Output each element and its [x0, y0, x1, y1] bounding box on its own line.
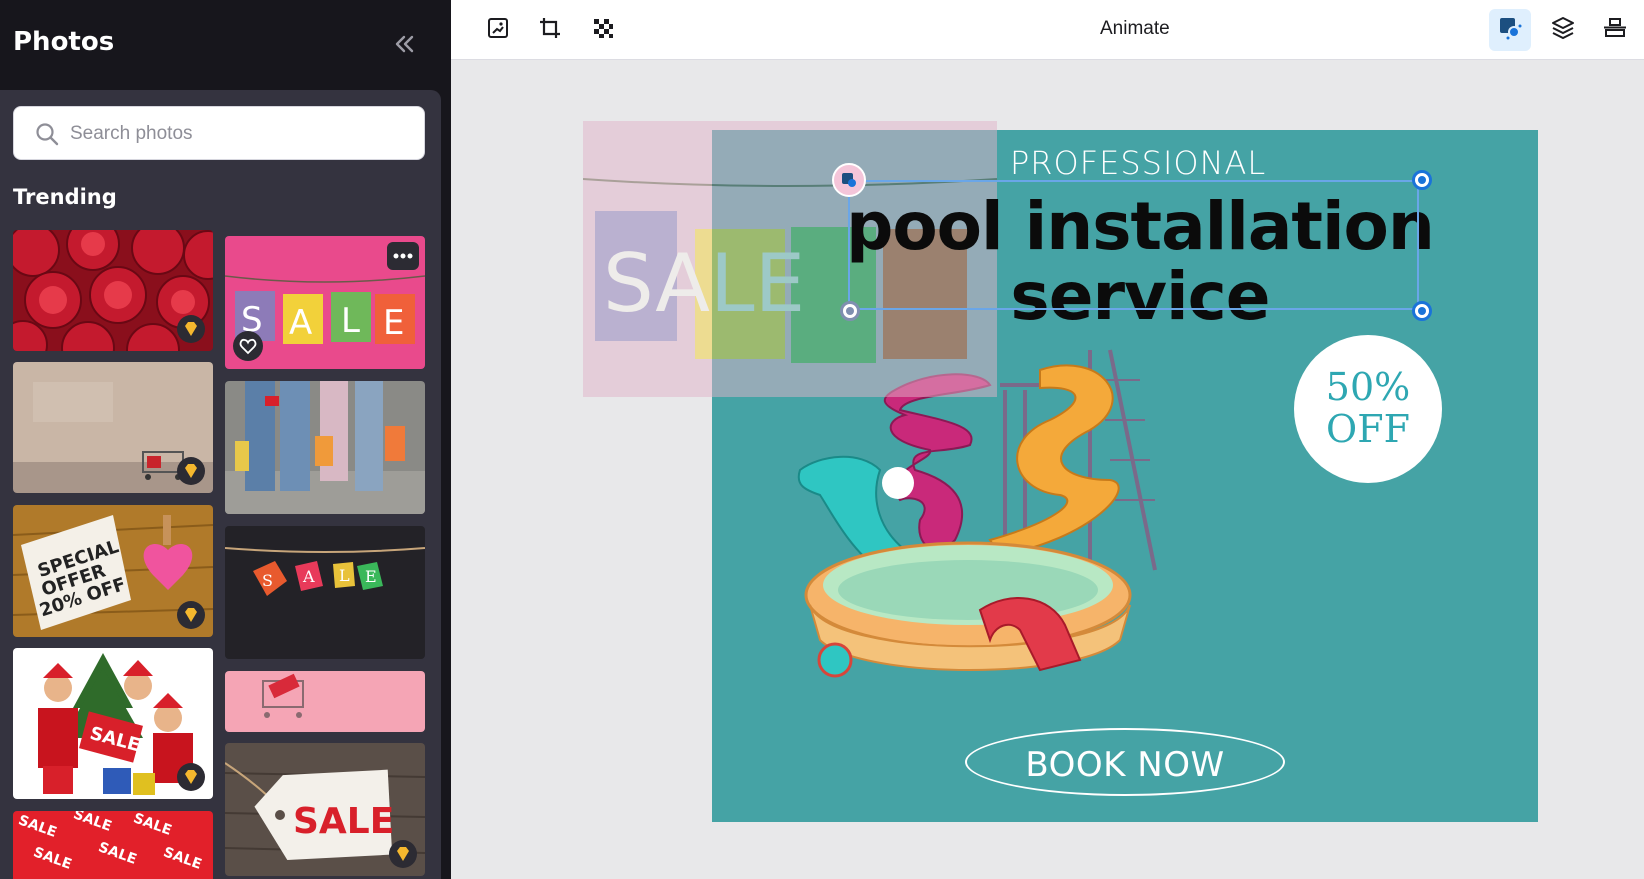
svg-text:A: A: [289, 303, 312, 343]
premium-gem-icon: [389, 840, 417, 868]
replace-image-icon: [486, 16, 510, 45]
svg-text:A: A: [302, 567, 315, 586]
layers-icon: [1550, 15, 1576, 46]
premium-gem-icon: [177, 315, 205, 343]
element-animation-icon[interactable]: [832, 163, 866, 197]
animate-element-button[interactable]: [1489, 9, 1531, 51]
pink-cart-image: [225, 671, 425, 732]
professional-text[interactable]: PROFESSIONAL: [1010, 144, 1266, 182]
selection-box[interactable]: [848, 180, 1419, 310]
premium-gem-icon: [177, 457, 205, 485]
premium-gem-icon: [177, 763, 205, 791]
top-toolbar: Animate: [451, 0, 1644, 60]
sale-tags-dark-image: S A LE: [225, 526, 425, 659]
premium-gem-icon: [177, 601, 205, 629]
svg-text:E: E: [383, 303, 404, 343]
photo-pink-cart[interactable]: [225, 671, 425, 732]
svg-text:SALE: SALE: [293, 801, 394, 842]
book-now-label: BOOK NOW: [1025, 745, 1225, 785]
search-input[interactable]: [70, 119, 410, 149]
svg-text:L: L: [339, 566, 350, 585]
sidebar-scrollbar[interactable]: [441, 90, 451, 879]
search-icon: [34, 121, 60, 147]
photo-sale-bags-pink[interactable]: SALE: [225, 236, 425, 369]
photo-sale-tags-dark[interactable]: S A LE: [225, 526, 425, 659]
resize-handle-bottom-left[interactable]: [840, 301, 860, 321]
more-options-icon[interactable]: [387, 242, 419, 270]
photo-shopping-cart-wall[interactable]: [13, 362, 213, 493]
align-icon: [1602, 15, 1628, 46]
svg-text:S: S: [262, 571, 273, 590]
resize-handle-top-right[interactable]: [1412, 170, 1432, 190]
align-button[interactable]: [1597, 12, 1633, 48]
photo-special-offer[interactable]: SPECIAL OFFER 20% OFF: [13, 505, 213, 637]
photo-santa-girls-sale[interactable]: SALE: [13, 648, 213, 799]
photos-sidebar: Photos Trending: [0, 0, 451, 879]
sidebar-title: Photos: [13, 27, 115, 57]
photo-pomegranates[interactable]: [13, 230, 213, 351]
replace-image-button[interactable]: [480, 12, 516, 48]
favorite-heart-icon[interactable]: [233, 331, 263, 361]
animate-button[interactable]: Animate: [1100, 18, 1170, 40]
transparency-button[interactable]: [585, 12, 621, 48]
photo-sale-tag-wood[interactable]: SALE: [225, 743, 425, 876]
resize-handle-bottom-right[interactable]: [1412, 301, 1432, 321]
transparency-icon: [591, 16, 615, 45]
trending-heading: Trending: [13, 185, 117, 209]
layers-button[interactable]: [1545, 12, 1581, 48]
svg-text:E: E: [365, 567, 377, 586]
crop-button[interactable]: [532, 12, 568, 48]
ghost-sale-letter-s: SALE: [603, 237, 805, 330]
search-box: [13, 106, 425, 160]
photo-shoppers-legs[interactable]: [225, 381, 425, 514]
sidebar-header: Photos: [0, 0, 451, 90]
photo-sale-pattern[interactable]: SALE SALE SALE SALE SALE SALE: [13, 811, 213, 879]
badge-off: OFF: [1326, 407, 1410, 451]
svg-text:L: L: [341, 301, 360, 341]
sale-pattern-image: SALE SALE SALE SALE SALE SALE: [13, 811, 213, 879]
collapse-sidebar-icon[interactable]: [390, 30, 418, 58]
badge-percent: 50%: [1325, 365, 1411, 409]
crop-icon: [538, 16, 562, 45]
animate-element-icon: [1497, 15, 1523, 46]
shoppers-legs-image: [225, 381, 425, 514]
discount-badge[interactable]: 50% OFF: [1294, 335, 1442, 483]
book-now-button[interactable]: BOOK NOW: [965, 728, 1285, 796]
